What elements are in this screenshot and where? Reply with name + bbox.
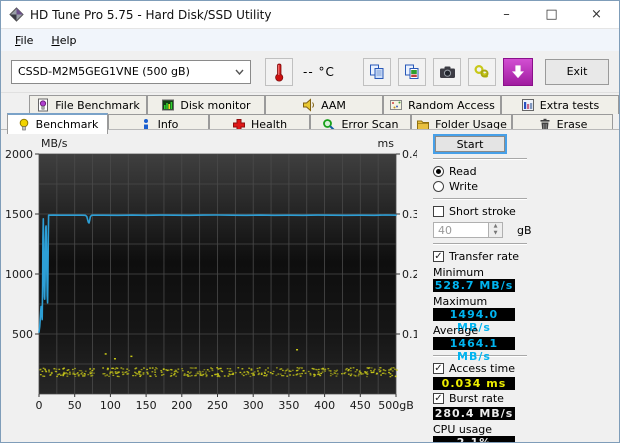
svg-text:350: 350 <box>278 399 299 412</box>
transfer-rate-checkbox[interactable] <box>433 251 444 262</box>
svg-text:150: 150 <box>136 399 157 412</box>
menu-help[interactable]: Help <box>43 32 84 49</box>
save-button[interactable] <box>468 57 496 86</box>
svg-text:400: 400 <box>314 399 335 412</box>
thermometer-icon <box>275 63 284 81</box>
short-stroke-checkbox[interactable] <box>433 206 444 217</box>
short-stroke-unit: gB <box>517 223 532 237</box>
svg-text:0.20: 0.20 <box>402 268 417 281</box>
maximum-label: Maximum <box>433 295 488 308</box>
copy-text-icon <box>370 64 384 79</box>
burst-rate-label: Burst rate <box>449 392 504 405</box>
access-time-label: Access time <box>449 362 516 375</box>
extra-tests-icon <box>521 99 534 111</box>
svg-text:200: 200 <box>171 399 192 412</box>
speaker-icon <box>303 98 315 112</box>
tab-benchmark[interactable]: Benchmark <box>7 113 108 134</box>
menubar: File Help <box>1 29 619 51</box>
svg-text:MB/s: MB/s <box>41 137 68 150</box>
maximum-value: 1494.0 MB/s <box>433 308 515 334</box>
temperature-readout: -- °C <box>303 64 335 79</box>
maximize-button[interactable]: □ <box>529 1 574 29</box>
titlebar: HD Tune Pro 5.75 - Hard Disk/SSD Utility… <box>1 1 619 29</box>
burst-rate-checkbox[interactable] <box>433 393 444 404</box>
disk-monitor-icon <box>162 99 175 111</box>
hdtune-window: HD Tune Pro 5.75 - Hard Disk/SSD Utility… <box>0 0 620 443</box>
drive-select[interactable]: CSSD-M2M5GEG1VNE (500 gB) <box>11 59 251 84</box>
toolbar: CSSD-M2M5GEG1VNE (500 gB) -- °C Exit <box>1 51 619 93</box>
minimize-button[interactable]: – <box>484 1 529 29</box>
lightbulb-icon <box>19 118 28 130</box>
start-button[interactable]: Start <box>433 134 507 154</box>
transfer-rate-label: Transfer rate <box>449 250 520 263</box>
close-button[interactable]: × <box>574 1 619 29</box>
access-time-value: 0.034 ms <box>433 377 515 390</box>
tab-disk-monitor[interactable]: Disk monitor <box>147 95 265 114</box>
svg-text:0.30: 0.30 <box>402 208 417 221</box>
burst-rate-value: 280.4 MB/s <box>433 407 515 420</box>
tab-random-access[interactable]: Random Access <box>383 95 501 114</box>
write-label: Write <box>449 180 479 193</box>
tab-file-benchmark[interactable]: File Benchmark <box>29 95 147 114</box>
menu-file[interactable]: File <box>7 32 41 49</box>
app-icon <box>9 7 24 22</box>
exit-button[interactable]: Exit <box>545 58 609 85</box>
download-arrow-icon <box>511 64 525 78</box>
minimum-label: Minimum <box>433 266 484 279</box>
svg-text:ms: ms <box>378 137 395 150</box>
screenshot-button[interactable] <box>433 57 461 86</box>
short-stroke-spinner[interactable]: ▲ ▼ <box>489 222 503 238</box>
random-access-icon <box>390 100 403 110</box>
svg-text:100: 100 <box>100 399 121 412</box>
tab-extra-tests[interactable]: Extra tests <box>501 95 619 114</box>
copy-image-icon <box>405 64 419 79</box>
svg-text:300: 300 <box>243 399 264 412</box>
average-value: 1464.1 MB/s <box>433 337 515 363</box>
benchmark-chart: MB/s ms 2000 1500 1000 500 0.40 0.30 0.20 0.10 0 50… <box>5 134 427 419</box>
drive-select-value: CSSD-M2M5GEG1VNE (500 gB) <box>18 65 190 78</box>
chart-canvas: MB/s ms 2000 1500 1000 500 0.40 0.30 0.20 0.10 0 50… <box>5 137 427 412</box>
svg-text:2000: 2000 <box>5 148 33 161</box>
minimum-value: 528.7 MB/s <box>433 279 515 292</box>
chevron-down-icon <box>235 69 244 75</box>
cpu-usage-label: CPU usage <box>433 423 493 436</box>
access-time-checkbox[interactable] <box>433 363 444 374</box>
cpu-usage-value: 2.1% <box>433 436 515 442</box>
short-stroke-size-input[interactable]: 40 <box>433 222 489 238</box>
tabs-top: File Benchmark Disk monitor AAM Random A… <box>1 95 619 114</box>
screenshot-camera-icon <box>439 66 455 78</box>
svg-text:1000: 1000 <box>5 268 33 281</box>
benchmark-page: MB/s ms 2000 1500 1000 500 0.40 0.30 0.20 0.10 0 50… <box>1 129 619 442</box>
svg-text:1500: 1500 <box>5 208 33 221</box>
temperature-button[interactable] <box>265 57 293 86</box>
svg-text:0.40: 0.40 <box>402 148 417 161</box>
download-button[interactable] <box>503 57 533 86</box>
svg-text:50: 50 <box>68 399 82 412</box>
copy-text-button[interactable] <box>363 57 391 86</box>
read-radio[interactable] <box>433 166 444 177</box>
window-title: HD Tune Pro 5.75 - Hard Disk/SSD Utility <box>30 7 272 22</box>
file-benchmark-icon <box>38 98 49 112</box>
tab-aam[interactable]: AAM <box>265 95 383 114</box>
read-label: Read <box>449 165 477 178</box>
svg-text:250: 250 <box>207 399 228 412</box>
svg-text:500gB: 500gB <box>378 399 414 412</box>
benchmark-controls: Start Read Write Short stroke 40 ▲▼ gB <box>421 132 611 442</box>
copy-image-button[interactable] <box>398 57 426 86</box>
short-stroke-label: Short stroke <box>449 205 516 218</box>
svg-text:0: 0 <box>36 399 43 412</box>
average-label: Average <box>433 324 479 337</box>
svg-text:450: 450 <box>350 399 371 412</box>
save-keys-icon <box>474 64 489 78</box>
write-radio[interactable] <box>433 181 444 192</box>
svg-text:0.10: 0.10 <box>402 328 417 341</box>
svg-text:500: 500 <box>12 328 33 341</box>
